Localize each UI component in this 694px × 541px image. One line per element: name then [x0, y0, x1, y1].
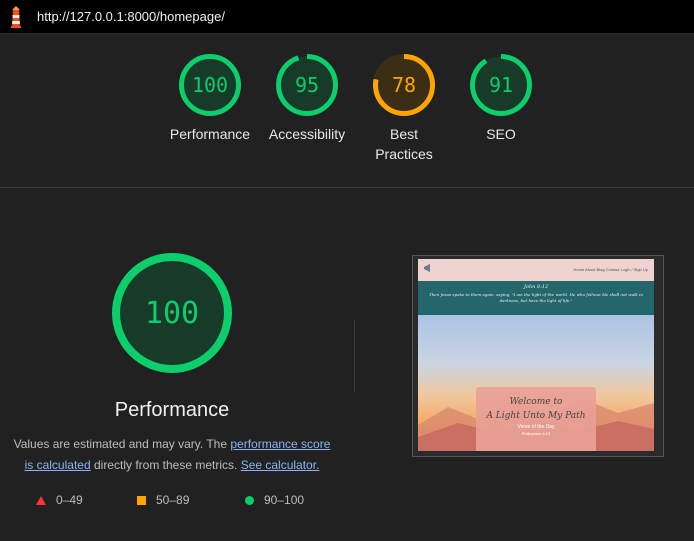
performance-score: 100 — [192, 73, 228, 97]
screenshot-welcome-card: Welcome to A Light Unto My Path Verse of… — [476, 387, 596, 451]
see-calculator-link[interactable]: See calculator. — [241, 458, 320, 472]
best-practices-gauge: 78 — [373, 54, 435, 116]
accessibility-score: 95 — [295, 73, 319, 97]
accessibility-gauge: 95 — [276, 54, 338, 116]
screenshot-votd-ref: Philippians 4:13 — [521, 431, 551, 436]
page-screenshot: Home About Blog Contact Login / Sign Up … — [418, 259, 654, 451]
square-icon — [137, 496, 146, 506]
section-divider — [0, 187, 694, 188]
screenshot-welcome-line1: Welcome to — [509, 397, 563, 407]
lighthouse-logo-icon — [11, 6, 21, 28]
score-accessibility[interactable]: 95 Accessibility — [257, 53, 357, 144]
screenshot-verse-ref: John 8:12 — [523, 284, 549, 290]
seo-label: SEO — [486, 126, 516, 142]
circle-icon — [245, 496, 254, 506]
legend-average: 50–89 — [137, 493, 189, 507]
legend-good: 90–100 — [245, 493, 304, 507]
triangle-icon — [36, 496, 46, 506]
vertical-divider — [354, 320, 355, 392]
screenshot-verse-banner: John 8:12 Then Jesus spoke to them again… — [418, 281, 654, 315]
screenshot-nav: Home About Blog Contact Login / Sign Up — [418, 259, 654, 281]
best-practices-score: 78 — [392, 73, 416, 97]
legend-poor: 0–49 — [36, 493, 83, 507]
screenshot-verse-text: Then Jesus spoke to them again, saying, … — [429, 292, 643, 303]
screenshot-votd: Verse of the Day — [517, 424, 555, 430]
performance-heading: Performance — [114, 399, 230, 421]
screenshot-welcome-line2: A Light Unto My Path — [486, 411, 586, 421]
best-practices-label: Best Practices — [375, 126, 433, 162]
score-seo[interactable]: 91 SEO — [451, 53, 551, 144]
performance-big-gauge: 100 — [112, 253, 232, 373]
performance-big-score: 100 — [145, 296, 199, 331]
url-text: http://127.0.0.1:8000/homepage/ — [37, 9, 225, 24]
score-performance[interactable]: 100 Performance — [160, 53, 260, 144]
seo-gauge: 91 — [470, 54, 532, 116]
performance-label: Performance — [169, 126, 251, 142]
score-best-practices[interactable]: 78 Best Practices — [354, 53, 454, 164]
performance-gauge: 100 — [179, 54, 241, 116]
accessibility-label: Accessibility — [268, 126, 346, 142]
megaphone-icon — [424, 264, 430, 272]
screenshot-nav-links: Home About Blog Contact Login / Sign Up — [573, 267, 649, 272]
seo-score: 91 — [489, 73, 513, 97]
top-bar: http://127.0.0.1:8000/homepage/ — [0, 0, 694, 34]
performance-note: Values are estimated and may vary. The p… — [13, 437, 331, 472]
